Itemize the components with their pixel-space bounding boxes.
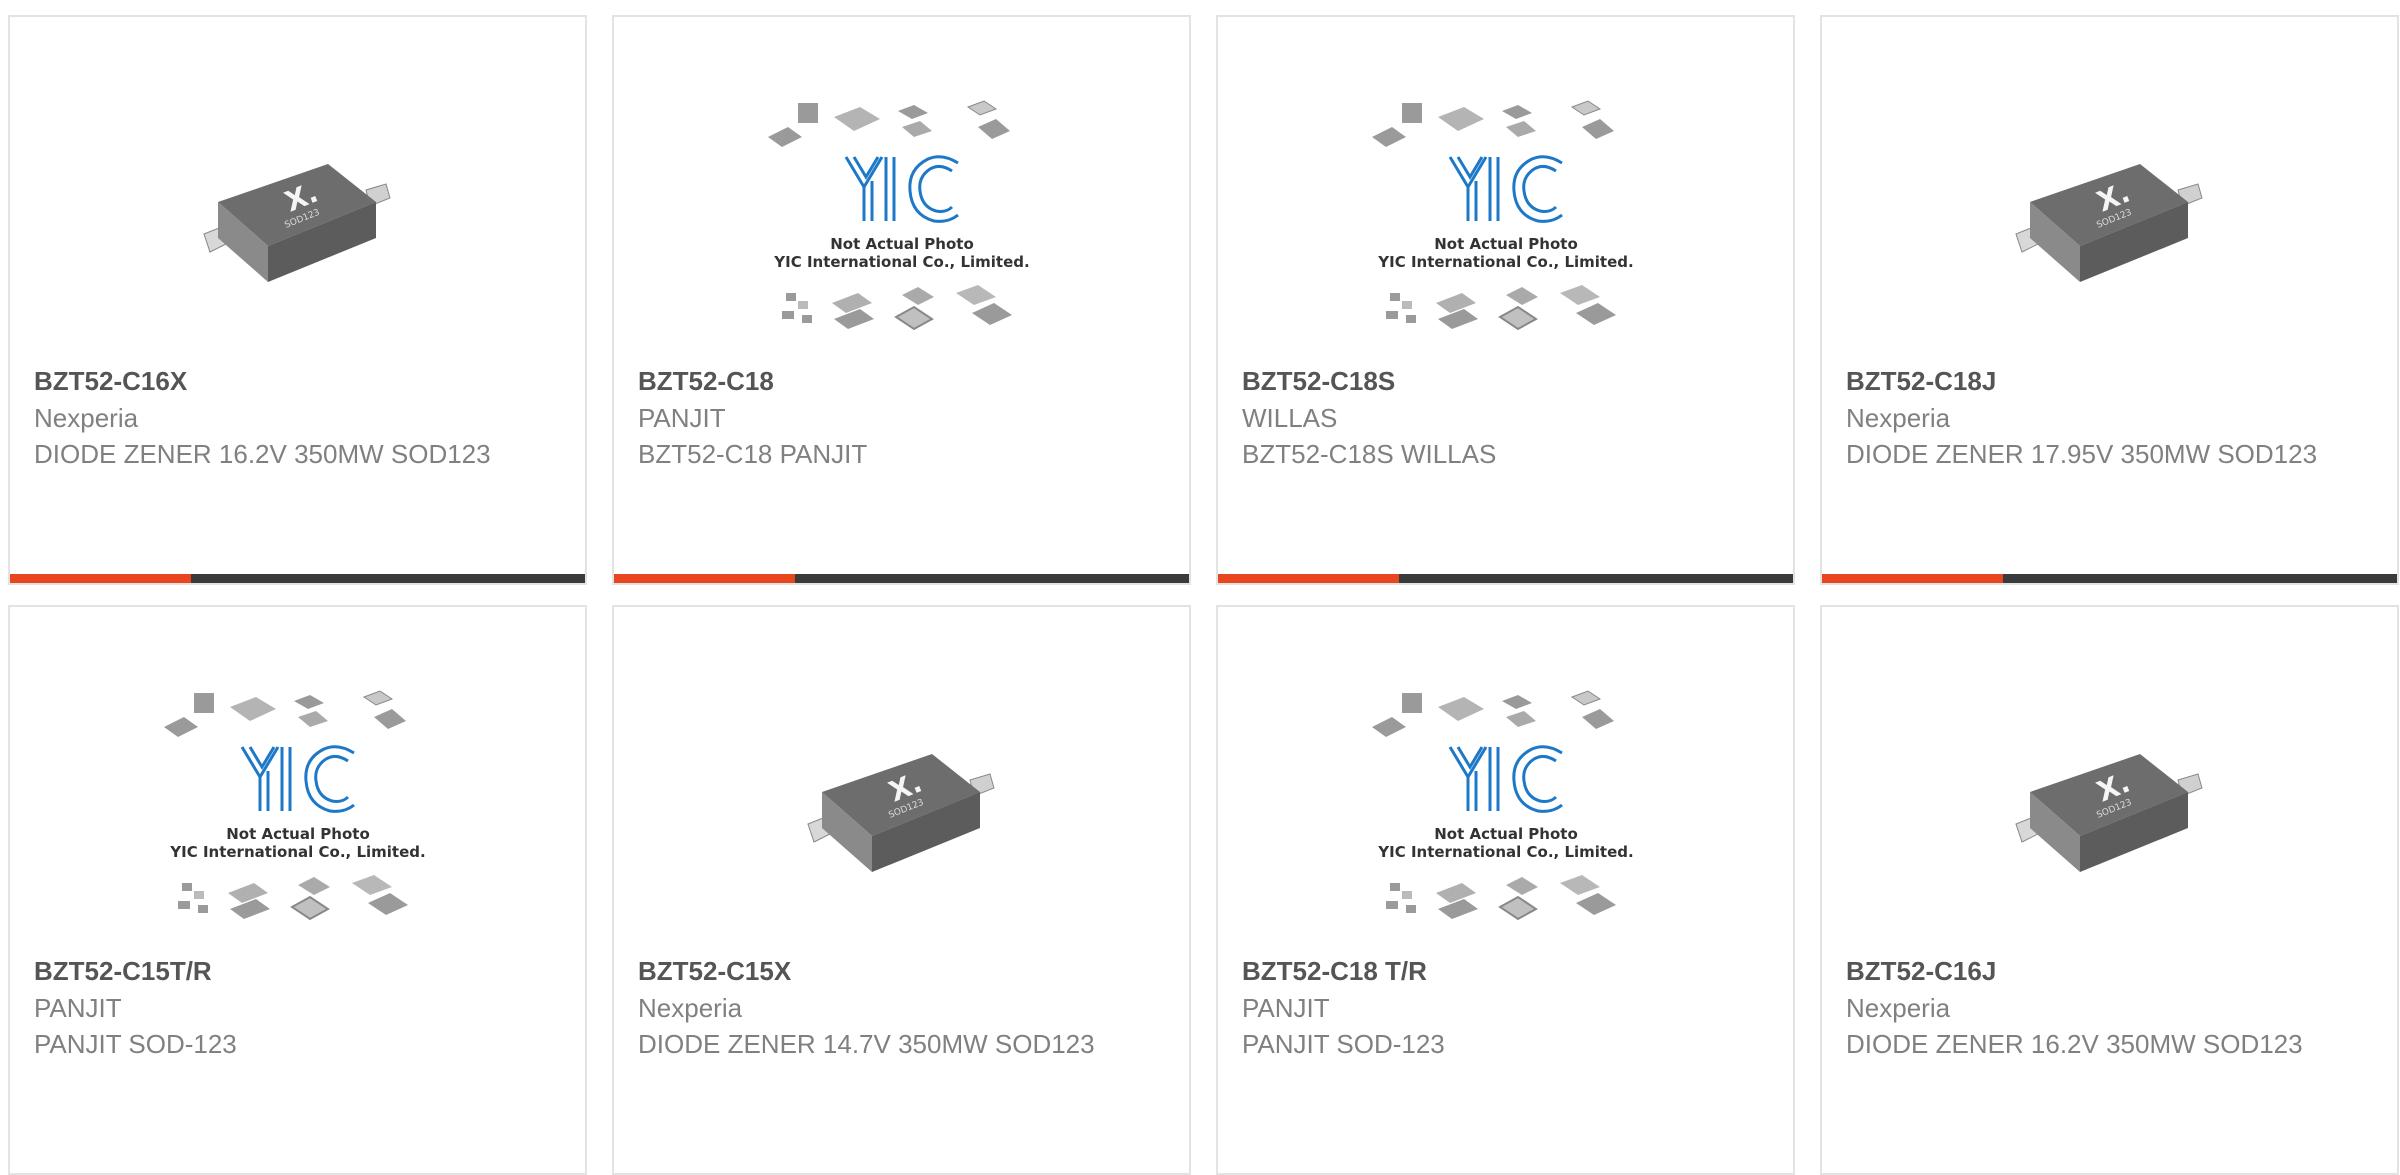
card-footer-bar xyxy=(1218,574,1793,583)
product-grid: X. SOD123 BZT52-C16X Nexperia DIODE ZENE… xyxy=(8,15,2399,1175)
part-number[interactable]: BZT52-C18 T/R xyxy=(1242,952,1773,990)
card-accent-bar xyxy=(1822,574,2003,583)
diode-package-image: X. SOD123 xyxy=(202,164,391,282)
product-description: BZT52-C18 PANJIT xyxy=(638,439,868,469)
manufacturer: Nexperia xyxy=(1846,993,1951,1023)
product-card[interactable]: Not Actual Photo YIC International Co., … xyxy=(1216,605,1795,1175)
product-info: BZT52-C18J Nexperia DIODE ZENER 17.95V 3… xyxy=(1846,362,2377,472)
product-info: BZT52-C16X Nexperia DIODE ZENER 16.2V 35… xyxy=(34,362,565,472)
product-info: BZT52-C15T/R PANJIT PANJIT SOD-123 xyxy=(34,952,565,1062)
product-description: DIODE ZENER 16.2V 350MW SOD123 xyxy=(34,439,491,469)
product-card[interactable]: X. SOD123 BZT52-C18J Nexperia DIODE ZENE… xyxy=(1820,15,2399,585)
product-description: BZT52-C18S WILLAS xyxy=(1242,439,1497,469)
product-image[interactable]: Not Actual Photo YIC International Co., … xyxy=(1218,677,1793,947)
manufacturer: WILLAS xyxy=(1242,403,1338,433)
part-number[interactable]: BZT52-C18 xyxy=(638,362,1169,400)
diode-package-image: X. SOD123 xyxy=(2014,164,2203,282)
part-number[interactable]: BZT52-C18S xyxy=(1242,362,1773,400)
svg-text:YIC International Co., Limited: YIC International Co., Limited. xyxy=(773,253,1029,271)
part-number[interactable]: BZT52-C15T/R xyxy=(34,952,565,990)
svg-text:YIC International Co., Limited: YIC International Co., Limited. xyxy=(1377,843,1633,861)
manufacturer: PANJIT xyxy=(1242,993,1330,1023)
product-image[interactable]: Not Actual Photo YIC International Co., … xyxy=(1218,87,1793,357)
product-image[interactable]: X. SOD123 xyxy=(10,87,585,357)
part-number[interactable]: BZT52-C18J xyxy=(1846,362,2377,400)
product-description: DIODE ZENER 14.7V 350MW SOD123 xyxy=(638,1029,1095,1059)
card-footer-bar xyxy=(10,574,585,583)
product-card[interactable]: X. SOD123 BZT52-C16J Nexperia DIODE ZENE… xyxy=(1820,605,2399,1175)
diode-package-image: X. SOD123 xyxy=(2014,754,2203,872)
yic-logo-icon xyxy=(1448,745,1563,813)
product-info: BZT52-C18S WILLAS BZT52-C18S WILLAS xyxy=(1242,362,1773,472)
product-image[interactable]: Not Actual Photo YIC International Co., … xyxy=(614,87,1189,357)
card-accent-bar xyxy=(10,574,191,583)
yic-placeholder-image: Not Actual Photo YIC International Co., … xyxy=(1371,690,1633,921)
part-number[interactable]: BZT52-C16J xyxy=(1846,952,2377,990)
product-info: BZT52-C16J Nexperia DIODE ZENER 16.2V 35… xyxy=(1846,952,2377,1062)
yic-placeholder-image: Not Actual Photo YIC International Co., … xyxy=(1371,100,1633,331)
product-info: BZT52-C18 PANJIT BZT52-C18 PANJIT xyxy=(638,362,1169,472)
card-footer-bar xyxy=(614,574,1189,583)
manufacturer: PANJIT xyxy=(34,993,122,1023)
product-image[interactable]: X. SOD123 xyxy=(1822,87,2397,357)
yic-logo-icon xyxy=(1448,155,1563,223)
product-image[interactable]: X. SOD123 xyxy=(614,677,1189,947)
product-description: DIODE ZENER 17.95V 350MW SOD123 xyxy=(1846,439,2318,469)
yic-placeholder-image: Not Actual Photo YIC International Co., … xyxy=(767,100,1029,331)
product-image[interactable]: Not Actual Photo YIC International Co., … xyxy=(10,677,585,947)
product-card[interactable]: X. SOD123 BZT52-C15X Nexperia DIODE ZENE… xyxy=(612,605,1191,1175)
manufacturer: PANJIT xyxy=(638,403,726,433)
svg-text:YIC International Co., Limited: YIC International Co., Limited. xyxy=(1377,253,1633,271)
manufacturer: Nexperia xyxy=(1846,403,1951,433)
product-info: BZT52-C18 T/R PANJIT PANJIT SOD-123 xyxy=(1242,952,1773,1062)
part-number[interactable]: BZT52-C15X xyxy=(638,952,1169,990)
card-accent-bar xyxy=(1218,574,1399,583)
manufacturer: Nexperia xyxy=(34,403,139,433)
yic-logo-icon xyxy=(240,745,355,813)
product-card[interactable]: Not Actual Photo YIC International Co., … xyxy=(1216,15,1795,585)
product-info: BZT52-C15X Nexperia DIODE ZENER 14.7V 35… xyxy=(638,952,1169,1062)
card-accent-bar xyxy=(614,574,795,583)
product-description: PANJIT SOD-123 xyxy=(1242,1029,1445,1059)
svg-text:Not Actual Photo: Not Actual Photo xyxy=(226,825,370,843)
product-card[interactable]: Not Actual Photo YIC International Co., … xyxy=(8,605,587,1175)
svg-text:Not Actual Photo: Not Actual Photo xyxy=(1434,235,1578,253)
product-description: DIODE ZENER 16.2V 350MW SOD123 xyxy=(1846,1029,2303,1059)
product-image[interactable]: X. SOD123 xyxy=(1822,677,2397,947)
yic-placeholder-image: Not Actual Photo YIC International Co., … xyxy=(163,690,425,921)
product-description: PANJIT SOD-123 xyxy=(34,1029,237,1059)
yic-logo-icon xyxy=(844,155,959,223)
svg-text:Not Actual Photo: Not Actual Photo xyxy=(830,235,974,253)
part-number[interactable]: BZT52-C16X xyxy=(34,362,565,400)
product-card[interactable]: X. SOD123 BZT52-C16X Nexperia DIODE ZENE… xyxy=(8,15,587,585)
manufacturer: Nexperia xyxy=(638,993,743,1023)
svg-text:Not Actual Photo: Not Actual Photo xyxy=(1434,825,1578,843)
diode-package-image: X. SOD123 xyxy=(806,754,995,872)
product-card[interactable]: Not Actual Photo YIC International Co., … xyxy=(612,15,1191,585)
svg-text:YIC International Co., Limited: YIC International Co., Limited. xyxy=(169,843,425,861)
card-footer-bar xyxy=(1822,574,2397,583)
